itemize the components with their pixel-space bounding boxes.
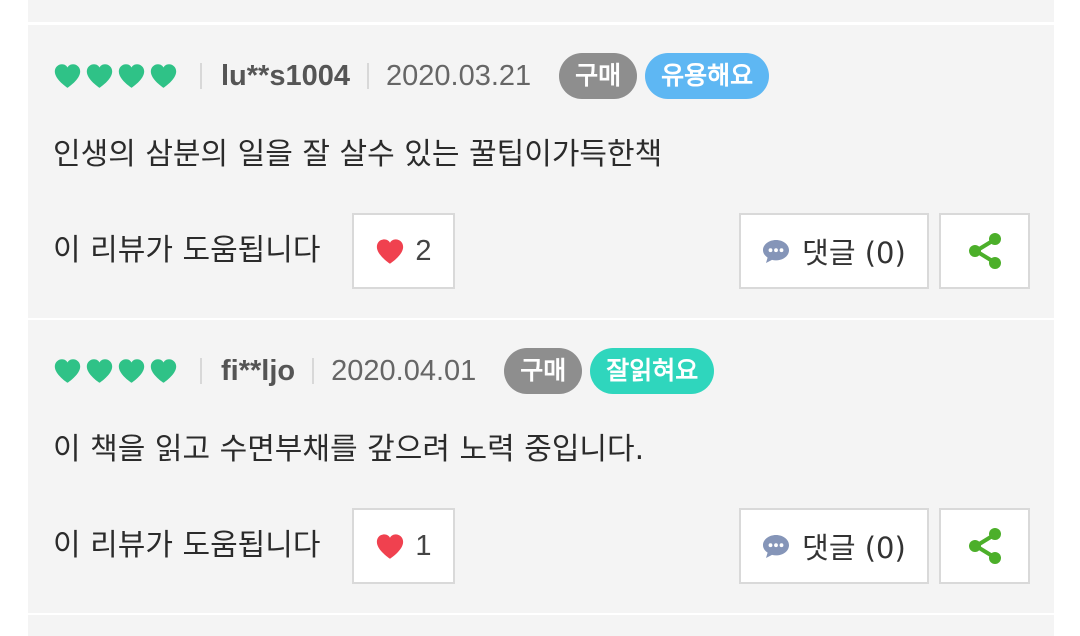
rating-hearts	[53, 63, 181, 89]
review-item: lu**s1004 2020.03.21 구매 유용해요 인생의 삼분의 일을 …	[28, 25, 1054, 318]
like-count: 1	[415, 529, 432, 562]
review-tag-badge: 유용해요	[645, 53, 770, 99]
rating-hearts	[53, 358, 181, 384]
like-button[interactable]: 2	[352, 213, 455, 289]
divider	[200, 358, 202, 384]
comment-label: 댓글 (0)	[802, 531, 906, 565]
rating-heart-icon	[54, 64, 81, 88]
next-review-panel	[28, 615, 1054, 636]
comment-label: 댓글 (0)	[802, 236, 906, 270]
rating-heart-icon	[150, 359, 177, 383]
purchase-badge: 구매	[559, 53, 638, 99]
rating-heart-icon	[118, 359, 145, 383]
review-content: 이 책을 읽고 수면부채를 갚으려 노력 중입니다.	[53, 432, 645, 467]
share-button[interactable]	[939, 508, 1030, 584]
review-date: 2020.04.01	[331, 354, 477, 387]
heart-icon	[377, 238, 404, 264]
helpful-label: 이 리뷰가 도움됩니다	[53, 233, 321, 268]
like-count: 2	[415, 234, 432, 267]
speech-bubble-icon	[763, 239, 790, 263]
share-button[interactable]	[939, 213, 1030, 289]
purchase-badge: 구매	[504, 348, 583, 394]
divider	[200, 63, 202, 89]
review-list-page: lu**s1004 2020.03.21 구매 유용해요 인생의 삼분의 일을 …	[0, 0, 1080, 636]
review-item: fi**ljo 2020.04.01 구매 잘읽혀요 이 책을 읽고 수면부채를…	[28, 320, 1054, 613]
rating-heart-icon	[86, 359, 113, 383]
review-date: 2020.03.21	[386, 59, 532, 92]
rating-heart-icon	[118, 64, 145, 88]
share-icon	[968, 528, 1001, 564]
comment-button[interactable]: 댓글 (0)	[739, 508, 929, 584]
review-meta: lu**s1004 2020.03.21 구매 유용해요	[53, 52, 770, 100]
share-icon	[968, 233, 1001, 269]
rating-heart-icon	[150, 64, 177, 88]
previous-review-panel	[28, 0, 1054, 22]
divider	[312, 358, 315, 384]
review-content: 인생의 삼분의 일을 잘 살수 있는 꿀팁이가득한책	[53, 137, 663, 172]
heart-icon	[377, 533, 404, 559]
comment-button[interactable]: 댓글 (0)	[739, 213, 929, 289]
rating-heart-icon	[54, 359, 81, 383]
rating-heart-icon	[86, 64, 113, 88]
review-meta: fi**ljo 2020.04.01 구매 잘읽혀요	[53, 347, 715, 395]
reviewer-username: lu**s1004	[221, 59, 350, 92]
like-button[interactable]: 1	[352, 508, 455, 584]
review-tag-badge: 잘읽혀요	[590, 348, 715, 394]
divider	[367, 63, 369, 89]
reviewer-username: fi**ljo	[221, 354, 296, 387]
speech-bubble-icon	[763, 534, 790, 558]
helpful-label: 이 리뷰가 도움됩니다	[53, 528, 321, 563]
